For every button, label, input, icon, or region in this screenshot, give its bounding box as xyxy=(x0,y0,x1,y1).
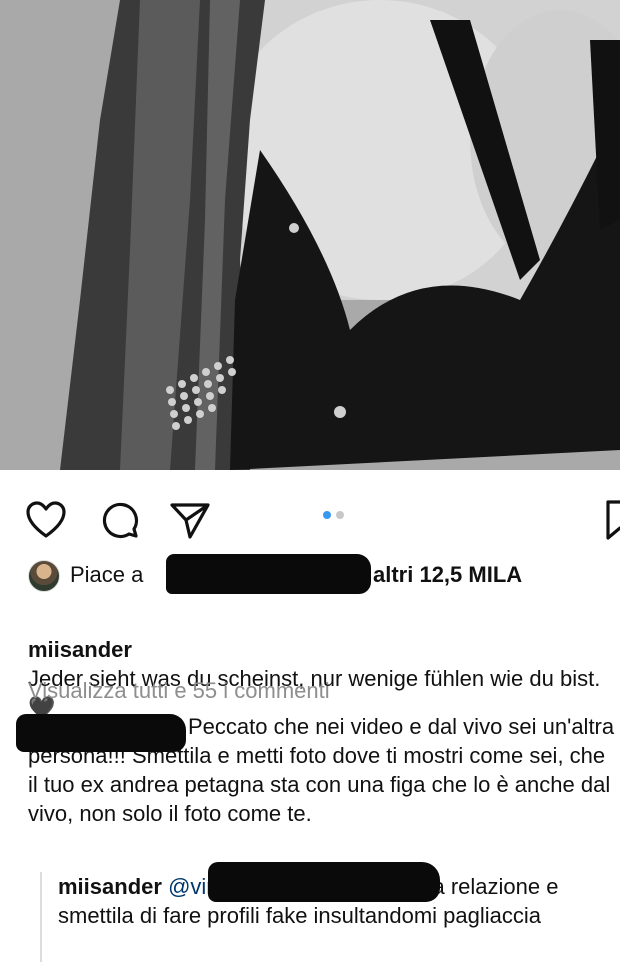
action-bar xyxy=(0,482,620,552)
share-icon[interactable] xyxy=(168,498,212,542)
carousel-dot-active xyxy=(323,511,331,519)
heart-icon[interactable] xyxy=(24,498,68,542)
redaction-mark xyxy=(166,554,371,594)
carousel-indicator xyxy=(323,511,344,519)
carousel-dot xyxy=(336,511,344,519)
likes-prefix: Piace a xyxy=(70,562,144,587)
comment: virgi_moretti Peccato che nei video e da… xyxy=(16,712,620,828)
reply-username[interactable]: miisander xyxy=(58,874,162,899)
reply-thread-line xyxy=(40,872,42,962)
likes-count[interactable]: altri 12,5 MILA xyxy=(373,562,522,588)
redaction-mark xyxy=(208,862,440,902)
redaction-mark xyxy=(16,714,186,752)
avatar[interactable] xyxy=(28,560,60,592)
comment-icon[interactable] xyxy=(98,498,142,542)
likes-row[interactable]: Piace a altri 12,5 MILA xyxy=(28,554,620,594)
reply-comment: miisander @virgi_moretti ma vivi la tua … xyxy=(58,862,618,930)
post-photo[interactable] xyxy=(0,0,620,470)
bookmark-icon[interactable] xyxy=(598,498,620,542)
view-all-comments-link[interactable]: Visualizza tutti e 55 i commenti xyxy=(28,678,330,704)
photo-illustration xyxy=(0,0,620,470)
caption-username[interactable]: miisander xyxy=(28,637,132,662)
